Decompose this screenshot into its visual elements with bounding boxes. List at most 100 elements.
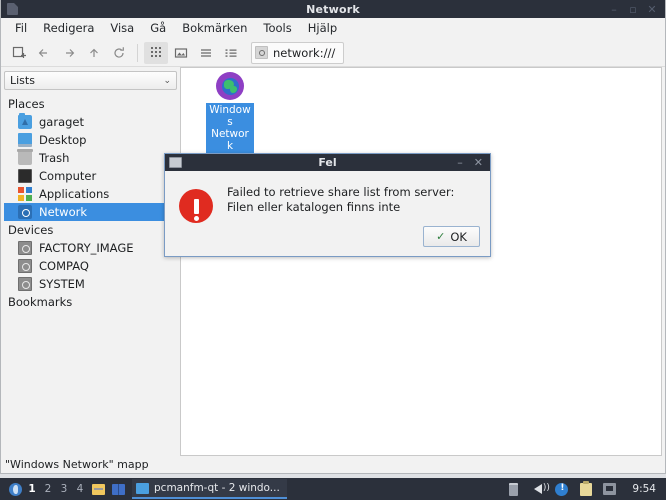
- arrow-right-icon[interactable]: [57, 42, 81, 64]
- drive-icon: [18, 259, 32, 273]
- desktop-icon: [18, 133, 32, 147]
- taskbar-task-pcmanfm[interactable]: pcmanfm-qt - 2 windo...: [132, 479, 287, 499]
- sidebar: Lists ⌄ Places garaget Desktop Trash Com…: [1, 67, 180, 456]
- close-button[interactable]: ✕: [647, 4, 657, 15]
- sidebar-mode-select[interactable]: Lists ⌄: [4, 71, 177, 90]
- sidebar-item-label: COMPAQ: [39, 259, 89, 273]
- check-icon: ✓: [436, 230, 446, 243]
- sidebar-item-label: Desktop: [39, 133, 87, 147]
- menu-item-hjalp[interactable]: Hjälp: [300, 19, 345, 37]
- arrow-left-icon[interactable]: [32, 42, 56, 64]
- dialog-body: Failed to retrieve share list from serve…: [165, 171, 490, 226]
- sidebar-item-applications[interactable]: Applications: [4, 185, 177, 203]
- window-title: Network: [306, 2, 360, 16]
- file-item-label: Windows Network: [206, 103, 254, 153]
- path-text: network:///: [273, 45, 336, 60]
- error-dialog: Fel – ✕ Failed to retrieve share list fr…: [164, 153, 491, 257]
- detail-view-icon[interactable]: [219, 42, 243, 64]
- folder-window-icon: [136, 482, 149, 494]
- network-path-icon: [255, 46, 268, 59]
- update-icon[interactable]: [554, 482, 569, 497]
- sidebar-item-computer[interactable]: Computer: [4, 167, 177, 185]
- dialog-minimize-button[interactable]: –: [457, 157, 463, 168]
- dialog-footer: ✓ OK: [165, 226, 490, 256]
- sidebar-item-label: FACTORY_IMAGE: [39, 241, 134, 255]
- group-label-places: Places: [8, 97, 45, 111]
- sidebar-item-compaq[interactable]: COMPAQ: [4, 257, 177, 275]
- trash-icon: [17, 149, 33, 165]
- chevron-down-icon: ⌄: [163, 75, 171, 86]
- taskbar: 1 2 3 4 pcmanfm-qt - 2 windo... 9:54: [0, 478, 666, 500]
- desktop-switcher-1[interactable]: 1: [24, 480, 40, 498]
- clock[interactable]: 9:54: [626, 483, 656, 495]
- volume-icon[interactable]: [530, 482, 550, 497]
- dialog-message: Failed to retrieve share list from serve…: [227, 185, 455, 214]
- compact-view-icon[interactable]: [194, 42, 218, 64]
- sidebar-item-system[interactable]: SYSTEM: [4, 275, 177, 293]
- folder-icon: [18, 113, 32, 129]
- sidebar-item-label: SYSTEM: [39, 277, 85, 291]
- file-manager-icon[interactable]: [89, 480, 107, 498]
- grid-view-icon[interactable]: [144, 41, 168, 64]
- menu-item-fil[interactable]: Fil: [7, 19, 35, 37]
- sidebar-item-label: Trash: [39, 151, 70, 165]
- desktop-switcher-3[interactable]: 3: [56, 480, 72, 498]
- sidebar-item-garaget[interactable]: garaget: [4, 113, 177, 131]
- network-icon: [18, 205, 32, 219]
- desktop: Network – ▫ ✕ Fil Redigera Visa Gå Bokmä…: [0, 0, 666, 500]
- dialog-close-button[interactable]: ✕: [474, 157, 483, 168]
- drive-icon: [18, 277, 32, 291]
- sidebar-item-label: Computer: [39, 169, 97, 183]
- document-icon: [7, 3, 18, 15]
- sidebar-item-label: Network: [39, 205, 88, 219]
- sidebar-item-network[interactable]: Network: [4, 203, 177, 221]
- menu-item-visa[interactable]: Visa: [102, 19, 142, 37]
- window-titlebar: Network – ▫ ✕: [1, 0, 665, 18]
- sidebar-item-label: garaget: [39, 115, 85, 129]
- window-controls: – ▫ ✕: [609, 4, 665, 15]
- computer-icon: [18, 169, 32, 183]
- new-tab-icon[interactable]: [7, 42, 31, 64]
- error-exclamation-icon: [179, 189, 213, 223]
- network-tray-icon[interactable]: [602, 482, 617, 497]
- taskbar-task-label: pcmanfm-qt - 2 windo...: [154, 482, 280, 494]
- minimize-button[interactable]: –: [609, 4, 619, 15]
- file-item-windows-network[interactable]: Windows Network: [193, 72, 267, 153]
- system-tray: 9:54: [506, 480, 660, 497]
- toolbar: network:///: [1, 39, 665, 67]
- toolbar-separator: [137, 43, 138, 62]
- menu-item-ga[interactable]: Gå: [142, 19, 174, 37]
- menu-item-redigera[interactable]: Redigera: [35, 19, 102, 37]
- desktop-switcher-2[interactable]: 2: [40, 480, 56, 498]
- network-globe-icon: [216, 72, 244, 100]
- ok-button[interactable]: ✓ OK: [423, 226, 480, 247]
- start-menu-icon[interactable]: [6, 480, 24, 498]
- path-bar[interactable]: network:///: [251, 41, 345, 64]
- dialog-titlebar: Fel – ✕: [165, 154, 490, 171]
- dialog-window-controls: – ✕: [457, 157, 490, 168]
- thumbnail-view-icon[interactable]: [169, 42, 193, 64]
- file-view[interactable]: Windows Network: [180, 67, 662, 456]
- maximize-button[interactable]: ▫: [628, 4, 638, 15]
- desktop-switcher-4[interactable]: 4: [72, 480, 88, 498]
- ok-button-label: OK: [450, 229, 467, 244]
- drive-icon: [18, 241, 32, 255]
- menu-item-bokmarken[interactable]: Bokmärken: [174, 19, 255, 37]
- arrow-up-icon[interactable]: [82, 42, 106, 64]
- dialog-title: Fel: [318, 156, 337, 169]
- statusbar: "Windows Network" mapp: [1, 456, 665, 473]
- battery-icon[interactable]: [506, 482, 521, 497]
- statusbar-text: "Windows Network" mapp: [5, 458, 149, 471]
- places-list: Places garaget Desktop Trash Computer Ap…: [4, 95, 177, 456]
- sidebar-mode-value: Lists: [10, 74, 35, 87]
- clipboard-icon[interactable]: [578, 480, 593, 497]
- sidebar-item-label: Applications: [39, 187, 110, 201]
- menu-item-tools[interactable]: Tools: [255, 19, 299, 37]
- group-label-devices: Devices: [8, 223, 54, 237]
- sidebar-item-desktop[interactable]: Desktop: [4, 131, 177, 149]
- reload-icon[interactable]: [107, 42, 131, 64]
- book-reader-icon[interactable]: [109, 480, 127, 498]
- sidebar-item-trash[interactable]: Trash: [4, 149, 177, 167]
- applications-icon: [18, 187, 32, 201]
- sidebar-item-factory-image[interactable]: FACTORY_IMAGE: [4, 239, 177, 257]
